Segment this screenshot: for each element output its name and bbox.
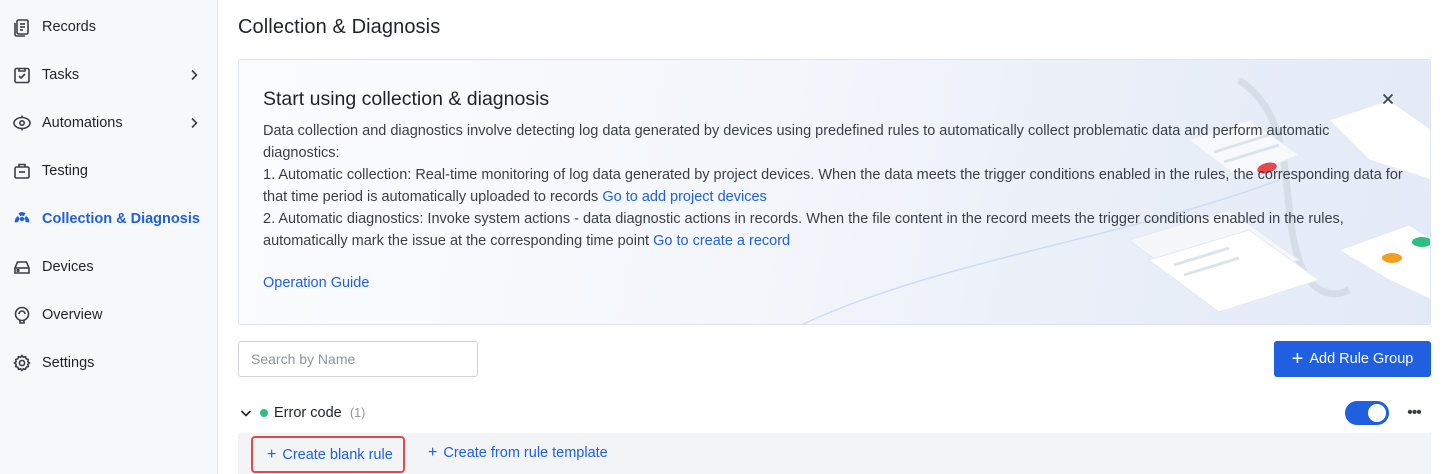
sidebar-item-overview[interactable]: Overview: [0, 295, 218, 335]
automations-icon: [12, 113, 32, 133]
rule-group-count: (1): [350, 406, 366, 420]
banner-item-text: 1. Automatic collection: Real-time monit…: [263, 167, 1403, 205]
rule-group-row: Error code (1) •••: [238, 400, 1431, 428]
search-input[interactable]: [238, 341, 478, 377]
overview-icon: [12, 305, 32, 325]
page-title: Collection & Diagnosis: [238, 16, 441, 38]
sidebar-item-testing[interactable]: Testing: [0, 151, 218, 191]
sidebar-item-label: Overview: [42, 307, 103, 323]
sidebar-item-label: Settings: [42, 355, 95, 371]
records-icon: [12, 17, 32, 37]
banner-item-text: 2. Automatic diagnostics: Invoke system …: [263, 211, 1344, 249]
sidebar-item-automations[interactable]: Automations: [0, 103, 218, 143]
rule-group-toggle[interactable]: [1345, 401, 1389, 425]
collection-diagnosis-icon: [12, 209, 32, 229]
plus-icon: +: [1291, 348, 1304, 370]
sidebar-item-label: Records: [42, 19, 96, 35]
chevron-right-icon[interactable]: [186, 67, 202, 83]
banner-title: Start using collection & diagnosis: [263, 88, 550, 110]
rule-group-name: Error code: [274, 405, 342, 421]
sidebar-item-label: Testing: [42, 163, 88, 179]
banner-intro: Data collection and diagnostics involve …: [263, 123, 1330, 161]
create-from-template-button[interactable]: + Create from rule template: [428, 444, 608, 462]
toggle-knob: [1368, 404, 1386, 422]
banner-item-diagnostics: 2. Automatic diagnostics: Invoke system …: [263, 208, 1403, 252]
chevron-down-icon[interactable]: [238, 405, 254, 421]
plus-icon: +: [428, 444, 438, 461]
sidebar: Records Tasks Automations Testing Collec…: [0, 0, 218, 474]
sidebar-item-label: Tasks: [42, 67, 80, 83]
plus-icon: +: [267, 445, 277, 463]
sidebar-item-records[interactable]: Records: [0, 7, 218, 47]
testing-icon: [12, 161, 32, 181]
tasks-icon: [12, 65, 32, 85]
intro-banner: Start using collection & diagnosis Data …: [238, 59, 1431, 325]
add-rule-group-button[interactable]: + Add Rule Group: [1274, 341, 1431, 377]
close-icon[interactable]: [1379, 90, 1397, 108]
create-record-link[interactable]: Go to create a record: [653, 233, 790, 249]
banner-item-collection: 1. Automatic collection: Real-time monit…: [263, 164, 1403, 208]
create-blank-rule-button[interactable]: + Create blank rule: [251, 436, 405, 473]
sidebar-item-settings[interactable]: Settings: [0, 343, 218, 383]
sidebar-item-tasks[interactable]: Tasks: [0, 55, 218, 95]
sidebar-item-label: Automations: [42, 115, 123, 131]
devices-icon: [12, 257, 32, 277]
status-dot: [260, 409, 268, 417]
add-rule-group-label: Add Rule Group: [1309, 351, 1414, 367]
settings-icon: [12, 353, 32, 373]
rule-actions-bar: + Create blank rule + Create from rule t…: [238, 433, 1431, 474]
chevron-right-icon[interactable]: [186, 115, 202, 131]
sidebar-item-label: Collection & Diagnosis: [42, 211, 200, 227]
create-blank-rule-label: Create blank rule: [282, 446, 393, 463]
operation-guide-link[interactable]: Operation Guide: [263, 275, 369, 291]
more-options-icon[interactable]: •••: [1404, 403, 1424, 423]
create-from-template-label: Create from rule template: [443, 445, 608, 461]
sidebar-item-label: Devices: [42, 259, 94, 275]
sidebar-item-devices[interactable]: Devices: [0, 247, 218, 287]
add-project-devices-link[interactable]: Go to add project devices: [602, 189, 766, 205]
sidebar-item-collection-diagnosis[interactable]: Collection & Diagnosis: [0, 199, 218, 239]
